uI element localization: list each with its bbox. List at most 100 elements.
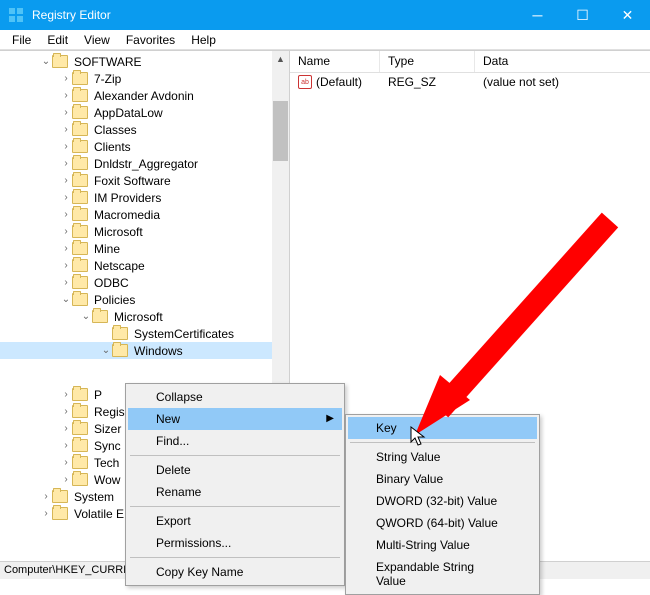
- expander-icon[interactable]: ⌄: [80, 311, 92, 322]
- tree-label: Sizer: [92, 422, 123, 436]
- expander-icon[interactable]: ›: [60, 406, 72, 417]
- folder-icon: [72, 439, 88, 452]
- folder-icon: [52, 490, 68, 503]
- menu-copy-key-name[interactable]: Copy Key Name: [128, 561, 342, 583]
- expander-icon[interactable]: ›: [60, 124, 72, 135]
- col-header-name[interactable]: Name: [290, 51, 380, 72]
- tree-node-windows[interactable]: ⌄Windows: [0, 342, 289, 359]
- expander-icon[interactable]: ›: [60, 440, 72, 451]
- folder-icon: [52, 507, 68, 520]
- expander-icon[interactable]: ›: [60, 389, 72, 400]
- tree-node[interactable]: › Netscape: [0, 257, 289, 274]
- tree-node[interactable]: › Microsoft: [0, 223, 289, 240]
- tree-label: Sync: [92, 439, 123, 453]
- folder-icon: [72, 405, 88, 418]
- menu-new[interactable]: New▶: [128, 408, 342, 430]
- menu-edit[interactable]: Edit: [39, 31, 76, 49]
- expander-icon[interactable]: ›: [60, 457, 72, 468]
- folder-icon: [112, 344, 128, 357]
- scroll-up-icon[interactable]: ▲: [273, 51, 288, 66]
- tree-node-microsoft[interactable]: ⌄Microsoft: [0, 308, 289, 325]
- expander-icon[interactable]: ›: [40, 491, 52, 502]
- expander-icon[interactable]: ›: [40, 508, 52, 519]
- window-title: Registry Editor: [32, 8, 515, 22]
- tree-node[interactable]: ›Mine: [0, 240, 289, 257]
- menu-rename[interactable]: Rename: [128, 481, 342, 503]
- list-row-default[interactable]: ab(Default) REG_SZ (value not set): [290, 73, 650, 91]
- folder-icon: [72, 140, 88, 153]
- folder-icon: [72, 208, 88, 221]
- tree-node[interactable]: › Clients: [0, 138, 289, 155]
- menu-separator: [350, 442, 535, 443]
- tree-node-policies[interactable]: ⌄Policies: [0, 291, 289, 308]
- tree-node-software[interactable]: ⌄SOFTWARE: [0, 53, 289, 70]
- cell-name: ab(Default): [290, 75, 380, 89]
- menu-help[interactable]: Help: [183, 31, 224, 49]
- menu-favorites[interactable]: Favorites: [118, 31, 183, 49]
- close-button[interactable]: ✕: [605, 0, 650, 30]
- submenu-expandable-string[interactable]: Expandable String Value: [348, 556, 537, 592]
- expander-icon[interactable]: ⌄: [100, 345, 112, 356]
- menu-permissions[interactable]: Permissions...: [128, 532, 342, 554]
- minimize-button[interactable]: ─: [515, 0, 560, 30]
- reg-string-icon: ab: [298, 75, 312, 89]
- menu-find[interactable]: Find...: [128, 430, 342, 452]
- expander-icon[interactable]: ›: [60, 90, 72, 101]
- tree-node[interactable]: [0, 359, 289, 376]
- submenu-qword[interactable]: QWORD (64-bit) Value: [348, 512, 537, 534]
- expander-icon[interactable]: ›: [60, 107, 72, 118]
- expander-icon[interactable]: ›: [60, 192, 72, 203]
- expander-icon[interactable]: ›: [60, 277, 72, 288]
- col-header-data[interactable]: Data: [475, 51, 650, 72]
- submenu-key[interactable]: Key: [348, 417, 537, 439]
- tree-node[interactable]: ›Foxit Software: [0, 172, 289, 189]
- submenu-multi-string[interactable]: Multi-String Value: [348, 534, 537, 556]
- tree-label: Microsoft: [92, 225, 145, 239]
- tree-label: Clients: [92, 140, 133, 154]
- context-submenu-new[interactable]: Key String Value Binary Value DWORD (32-…: [345, 414, 540, 595]
- titlebar: Registry Editor ─ ☐ ✕: [0, 0, 650, 30]
- menu-collapse[interactable]: Collapse: [128, 386, 342, 408]
- menu-view[interactable]: View: [76, 31, 118, 49]
- expander-icon[interactable]: ›: [60, 243, 72, 254]
- tree-node[interactable]: ›Macromedia: [0, 206, 289, 223]
- tree-node[interactable]: ›Alexander Avdonin: [0, 87, 289, 104]
- expander-icon[interactable]: ›: [60, 260, 72, 271]
- expander-icon[interactable]: ›: [60, 158, 72, 169]
- expander-icon[interactable]: ›: [60, 73, 72, 84]
- tree-label: ODBC: [92, 276, 131, 290]
- folder-icon: [72, 157, 88, 170]
- maximize-button[interactable]: ☐: [560, 0, 605, 30]
- expander-icon[interactable]: ›: [60, 175, 72, 186]
- expander-icon[interactable]: ›: [60, 209, 72, 220]
- expander-icon[interactable]: ›: [60, 474, 72, 485]
- menu-file[interactable]: File: [4, 31, 39, 49]
- tree-node[interactable]: › Classes: [0, 121, 289, 138]
- menu-delete[interactable]: Delete: [128, 459, 342, 481]
- menu-separator: [130, 557, 340, 558]
- tree-node[interactable]: ›Dnldstr_Aggregator: [0, 155, 289, 172]
- tree-label: Netscape: [92, 259, 147, 273]
- tree-node[interactable]: ›IM Providers: [0, 189, 289, 206]
- expander-icon[interactable]: ›: [60, 141, 72, 152]
- expander-icon[interactable]: ›: [60, 423, 72, 434]
- submenu-dword[interactable]: DWORD (32-bit) Value: [348, 490, 537, 512]
- expander-icon[interactable]: ⌄: [60, 294, 72, 305]
- tree-label: Classes: [92, 123, 139, 137]
- submenu-binary[interactable]: Binary Value: [348, 468, 537, 490]
- scroll-thumb[interactable]: [273, 101, 288, 161]
- tree-node[interactable]: ›AppDataLow: [0, 104, 289, 121]
- folder-icon: [72, 242, 88, 255]
- tree-node[interactable]: ›7-Zip: [0, 70, 289, 87]
- folder-icon: [72, 174, 88, 187]
- menu-export[interactable]: Export: [128, 510, 342, 532]
- tree-node[interactable]: SystemCertificates: [0, 325, 289, 342]
- menu-separator: [130, 455, 340, 456]
- submenu-string[interactable]: String Value: [348, 446, 537, 468]
- cell-data: (value not set): [475, 75, 650, 89]
- col-header-type[interactable]: Type: [380, 51, 475, 72]
- context-menu[interactable]: Collapse New▶ Find... Delete Rename Expo…: [125, 383, 345, 586]
- expander-icon[interactable]: ›: [60, 226, 72, 237]
- tree-node[interactable]: › ODBC: [0, 274, 289, 291]
- expander-icon[interactable]: ⌄: [40, 56, 52, 67]
